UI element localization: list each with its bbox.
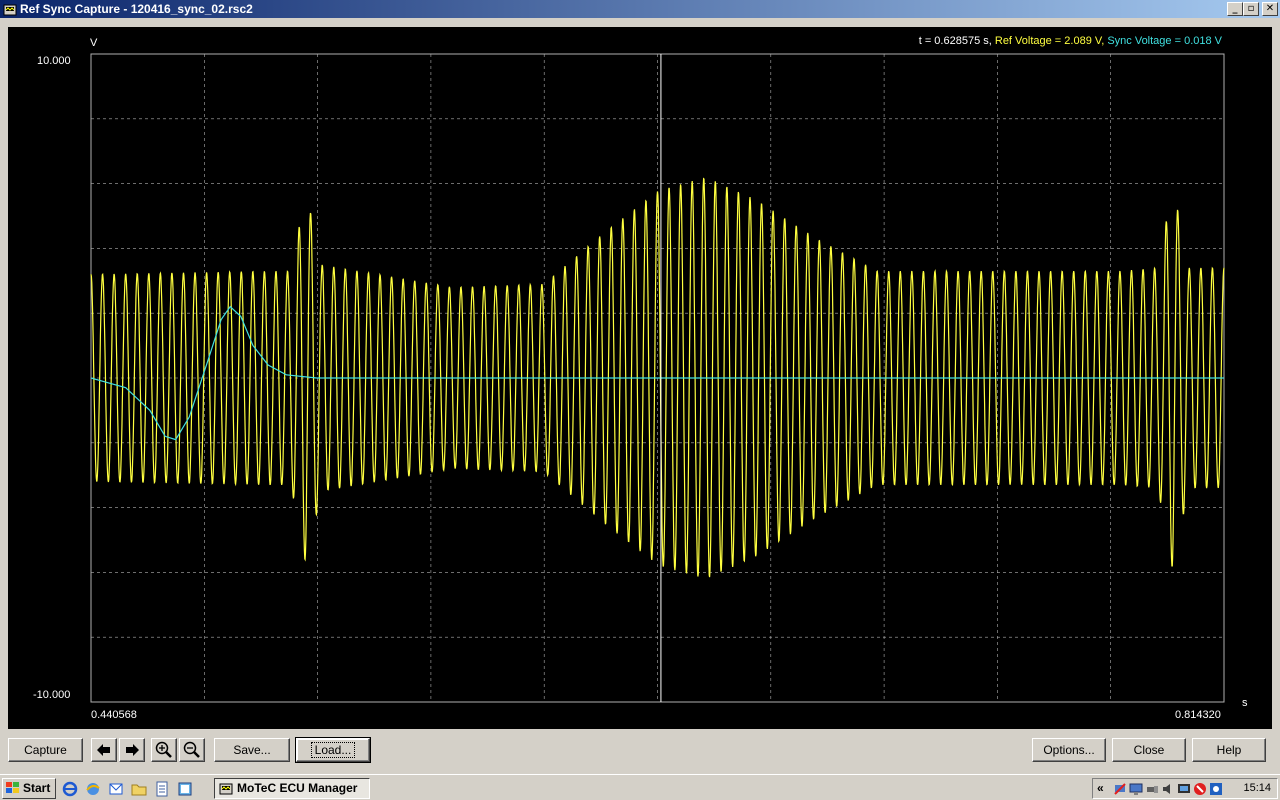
start-button[interactable]: Start [2,778,56,799]
minimize-button[interactable]: _ [1227,2,1243,16]
arrow-left-icon [97,744,110,756]
display-icon[interactable] [1177,782,1191,796]
save-button[interactable]: Save... [214,738,290,762]
next-button[interactable] [119,738,145,762]
notepad-quicklaunch-icon[interactable] [154,781,170,797]
close-button[interactable]: Close [1112,738,1186,762]
plot-panel[interactable]: V t = 0.628575 s, Ref Voltage = 2.089 V,… [8,27,1272,729]
close-window-button[interactable]: ✕ [1262,2,1278,16]
help-button-label: Help [1216,743,1242,757]
app-icon [3,4,17,16]
clock: 15:14 [1243,782,1271,794]
tray-expand-chevron[interactable]: « [1097,781,1104,795]
app-quicklaunch-icon[interactable] [177,781,193,797]
windows-logo-icon [6,782,19,793]
security-alert-icon[interactable] [1193,782,1207,796]
monitor-icon[interactable] [1129,782,1143,796]
browser-quicklaunch-icon[interactable] [85,781,101,797]
zoom-out-icon [183,741,200,758]
close-button-label: Close [1133,743,1165,757]
window-title: Ref Sync Capture - 120416_sync_02.rsc2 [20,2,253,16]
usb-icon[interactable] [1145,782,1159,796]
zoom-in-icon [155,741,172,758]
taskbar: Start MoTeC ECU Manager « 15:14 [0,774,1280,800]
capture-button-label: Capture [24,743,67,757]
capture-button[interactable]: Capture [8,738,83,762]
zoom-in-button[interactable] [151,738,177,762]
options-button-label: Options... [1043,743,1095,757]
load-button[interactable]: Load... [295,737,371,763]
taskbar-item-motec-ecu-manager[interactable]: MoTeC ECU Manager [214,778,370,799]
ecu-manager-icon [219,783,233,795]
prev-button[interactable] [91,738,117,762]
help-button[interactable]: Help [1192,738,1266,762]
taskbar-item-label: MoTeC ECU Manager [237,781,358,795]
zoom-out-button[interactable] [179,738,205,762]
network-icon[interactable] [1113,782,1127,796]
load-button-label: Load... [310,742,356,758]
antivirus-icon[interactable] [1209,782,1223,796]
outlook-quicklaunch-icon[interactable] [108,781,124,797]
save-button-label: Save... [233,743,271,757]
ie-quicklaunch-icon[interactable] [62,781,78,797]
maximize-button[interactable]: ▫ [1243,2,1259,16]
title-bar: Ref Sync Capture - 120416_sync_02.rsc2 _… [0,0,1280,18]
start-label: Start [23,781,51,795]
waveform-plot[interactable] [8,27,1272,729]
options-button[interactable]: Options... [1032,738,1106,762]
folder-quicklaunch-icon[interactable] [131,781,147,797]
arrow-right-icon [126,744,139,756]
volume-icon[interactable] [1161,782,1175,796]
system-tray: « 15:14 [1092,778,1278,799]
